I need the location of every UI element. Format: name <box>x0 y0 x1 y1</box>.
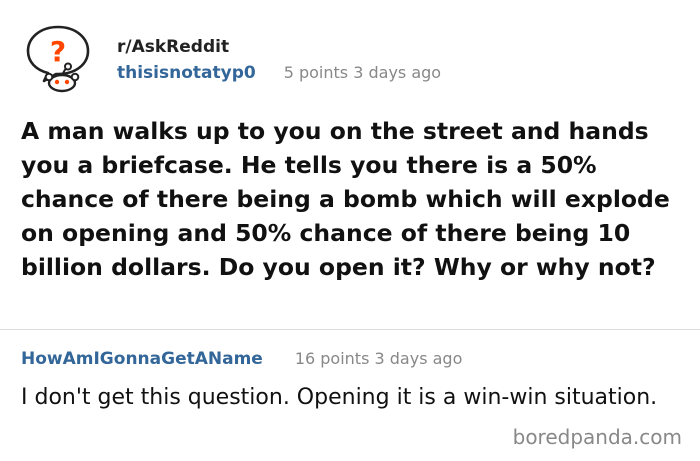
post-title[interactable]: A man walks up to you on the street and … <box>21 114 686 284</box>
comment-author[interactable]: HowAmIGonnaGetAName <box>21 349 263 369</box>
post-score-time: 5 points 3 days ago <box>283 63 442 82</box>
post-meta-row: thisisnotatyp0 5 points 3 days ago <box>117 63 441 85</box>
comment-meta-row: HowAmIGonnaGetAName 16 points 3 days ago <box>21 349 462 369</box>
comment-score-time: 16 points 3 days ago <box>294 349 463 368</box>
svg-text:?: ? <box>50 35 66 68</box>
subreddit-name[interactable]: r/AskReddit <box>117 37 229 57</box>
askreddit-snoo-icon[interactable]: ? <box>22 23 94 95</box>
post: ? r/AskReddit thisisnotatyp0 5 points 3 … <box>0 0 700 329</box>
comment-body: I don't get this question. Opening it is… <box>21 385 658 410</box>
watermark: boredpanda.com <box>512 425 682 449</box>
post-author[interactable]: thisisnotatyp0 <box>117 63 256 83</box>
comment: HowAmIGonnaGetAName 16 points 3 days ago… <box>0 330 700 461</box>
